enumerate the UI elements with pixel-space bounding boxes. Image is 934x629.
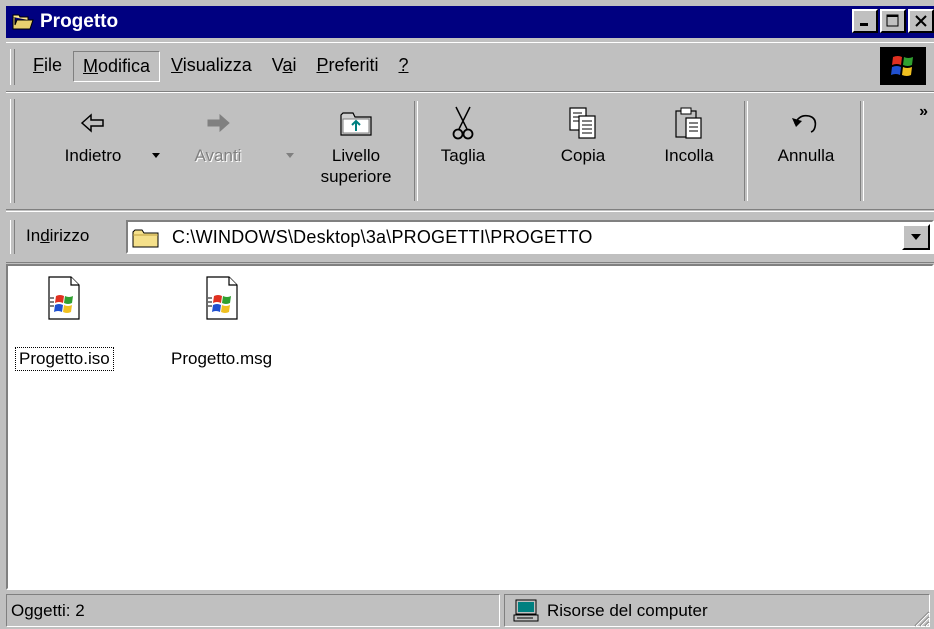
copy-button[interactable]: Copia [546, 101, 620, 166]
back-history-dropdown[interactable] [152, 153, 160, 158]
folder-icon [132, 229, 159, 248]
minimize-icon [860, 23, 868, 26]
menu-bar: File Modifica Visualizza Vai Preferiti? [6, 42, 934, 92]
cut-label: Taglia [440, 146, 486, 165]
file-list-view[interactable]: Progetto.iso Progetto.msg [6, 264, 934, 590]
folder-up-icon [340, 112, 372, 136]
windows-document-icon [48, 276, 80, 320]
forward-button[interactable]: Avanti [178, 101, 258, 166]
copy-label: Copia [560, 146, 606, 165]
file-name: Progetto.msg [171, 349, 273, 368]
my-computer-icon [513, 599, 539, 621]
minimize-button[interactable] [852, 9, 878, 33]
menu-item-file[interactable]: File [24, 51, 71, 82]
forward-arrow-icon [207, 113, 230, 133]
scissors-icon [452, 106, 474, 140]
up-level-label-1: Livello [331, 146, 381, 165]
address-field[interactable]: C:\WINDOWS\Desktop\3a\PROGETTI\PROGETTO [126, 220, 934, 254]
address-dropdown-button[interactable] [902, 224, 930, 250]
addressbar-grip[interactable] [10, 220, 15, 254]
close-icon [915, 15, 927, 27]
address-label: Indirizzo [26, 226, 90, 245]
resize-grip-icon[interactable] [912, 609, 930, 627]
menu-item-vai[interactable]: Vai [263, 51, 306, 82]
status-bar: Oggetti: 2 Risorse del computer [6, 594, 934, 629]
toolbar-separator [860, 101, 864, 201]
cut-button[interactable]: Taglia [426, 101, 500, 166]
paste-button[interactable]: Incolla [646, 101, 732, 166]
paste-clipboard-icon [675, 107, 702, 139]
toolbar-more-chevron[interactable]: » [919, 103, 928, 121]
menu-item-modifica[interactable]: Modifica [73, 51, 161, 82]
toolbar-separator [744, 101, 748, 201]
status-object-count: Oggetti: 2 [6, 594, 500, 627]
menu-item-preferiti[interactable]: Preferiti [307, 51, 387, 82]
menu-item-help[interactable]: ? [389, 51, 417, 82]
window-title: Progetto [40, 11, 119, 32]
close-button[interactable] [908, 9, 934, 33]
menu-items: File Modifica Visualizza Vai Preferiti? [24, 51, 420, 82]
windows-document-icon [205, 276, 238, 320]
folder-open-icon [12, 14, 34, 30]
menu-item-visualizza[interactable]: Visualizza [162, 51, 261, 82]
windows-flag-icon [891, 56, 913, 76]
undo-button[interactable]: Annulla [758, 101, 854, 166]
maximize-icon [886, 14, 899, 27]
undo-icon [792, 114, 817, 133]
maximize-button[interactable] [880, 9, 906, 33]
address-path: C:\WINDOWS\Desktop\3a\PROGETTI\PROGETTO [172, 227, 593, 247]
file-name: Progetto.iso [15, 347, 114, 371]
back-button[interactable]: Indietro [54, 101, 132, 166]
status-zone-label: Risorse del computer [547, 600, 708, 620]
back-arrow-icon [80, 113, 104, 133]
address-bar: Indirizzo C:\WINDOWS\Desktop\3a\PROGETTI… [6, 211, 934, 263]
paste-label: Incolla [664, 146, 714, 165]
status-zone: Risorse del computer [504, 594, 930, 627]
file-item[interactable]: Progetto.iso [15, 276, 114, 371]
forward-history-dropdown[interactable] [286, 153, 294, 158]
toolbar-separator [414, 101, 418, 201]
copy-icon [569, 107, 596, 139]
up-level-button[interactable]: Livello superiore [306, 101, 406, 187]
forward-label: Avanti [194, 146, 242, 165]
undo-label: Annulla [777, 146, 835, 165]
menubar-grip[interactable] [10, 49, 15, 85]
chevron-down-icon [911, 234, 921, 240]
file-item[interactable]: Progetto.msg [168, 276, 275, 370]
windows-logo [880, 47, 926, 85]
back-label: Indietro [64, 146, 122, 165]
up-level-label-2: superiore [320, 167, 392, 186]
title-bar[interactable]: Progetto [6, 6, 934, 38]
standard-toolbar: Indietro Avanti Livello superiore Taglia… [6, 92, 934, 210]
explorer-window: Progetto File Modifica Visualizza Vai Prefer… [0, 0, 934, 629]
toolbar-grip[interactable] [10, 99, 15, 203]
